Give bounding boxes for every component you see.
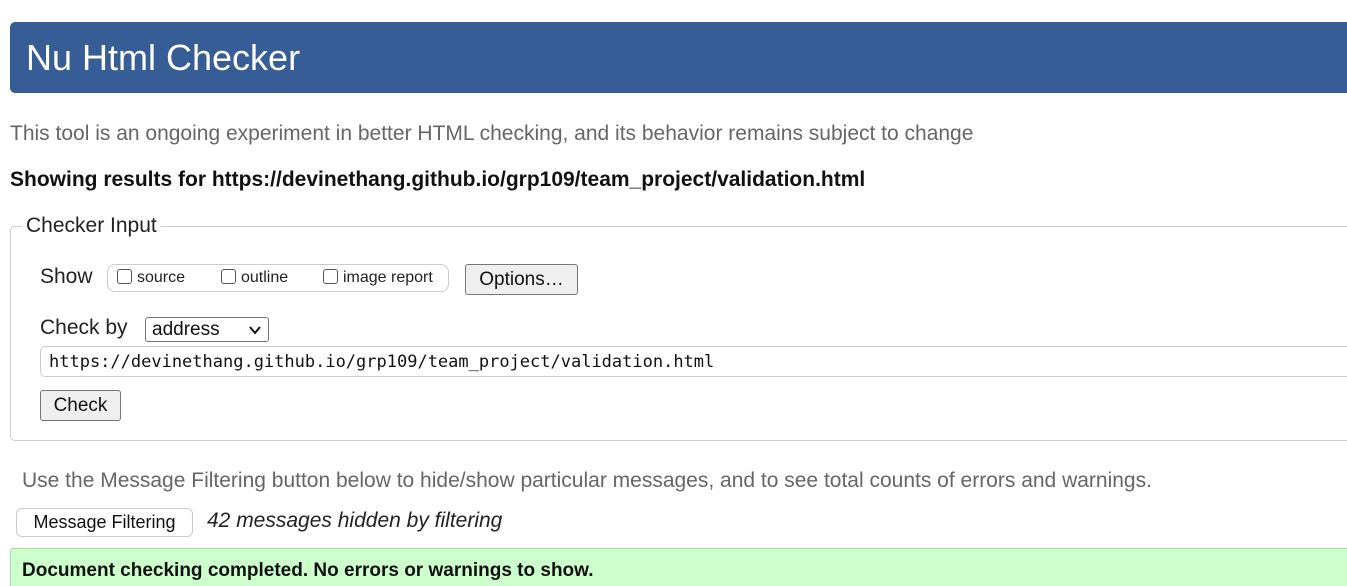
check-by-selected-value: address	[152, 319, 220, 340]
check-button[interactable]: Check	[40, 390, 121, 421]
show-image-report-option[interactable]: image report	[323, 267, 433, 289]
success-message: Document checking completed. No errors o…	[22, 560, 594, 581]
source-checkbox-label: source	[137, 269, 186, 286]
outline-checkbox-label: outline	[241, 269, 289, 286]
filtering-info: Use the Message Filtering button below t…	[22, 469, 1152, 492]
show-source-option[interactable]: source	[117, 267, 185, 289]
url-input-value: https://devinethang.github.io/grp109/tea…	[49, 352, 715, 372]
show-outline-option[interactable]: outline	[221, 267, 288, 289]
check-by-label: Check by	[40, 316, 128, 339]
success-message-box: Document checking completed. No errors o…	[10, 548, 1347, 586]
tagline: This tool is an ongoing experiment in be…	[10, 122, 974, 145]
outline-checkbox[interactable]	[221, 268, 236, 284]
page: Nu Html Checker This tool is an ongoing …	[0, 0, 1347, 586]
image-report-checkbox-label: image report	[343, 269, 433, 286]
header-banner: Nu Html Checker	[10, 22, 1347, 93]
options-button[interactable]: Options…	[465, 264, 578, 295]
show-options-group: source outline image report	[107, 264, 449, 292]
checker-input-legend: Checker Input	[22, 212, 161, 240]
check-by-select[interactable]: address	[145, 317, 269, 342]
show-label: Show	[40, 265, 93, 288]
url-input[interactable]: https://devinethang.github.io/grp109/tea…	[40, 346, 1347, 377]
results-heading: Showing results for https://devinethang.…	[10, 168, 866, 191]
source-checkbox[interactable]	[117, 268, 132, 284]
message-filtering-button[interactable]: Message Filtering	[16, 508, 193, 537]
hidden-messages-count: 42 messages hidden by filtering	[207, 509, 503, 532]
chevron-down-icon	[249, 326, 261, 335]
image-report-checkbox[interactable]	[323, 268, 338, 284]
page-title: Nu Html Checker	[26, 37, 301, 78]
